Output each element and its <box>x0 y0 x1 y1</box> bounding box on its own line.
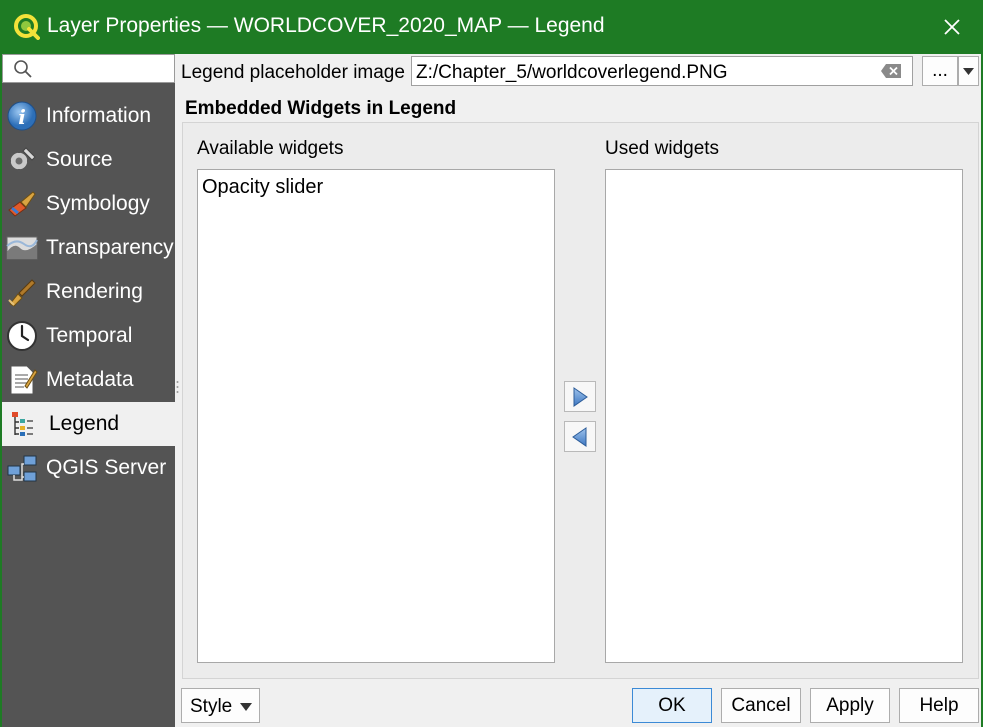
style-button[interactable]: Style <box>181 688 260 723</box>
arrow-left-icon <box>572 426 587 447</box>
temporal-icon <box>7 321 37 351</box>
sidebar-item-temporal[interactable]: Temporal <box>2 314 175 358</box>
splitter-handle[interactable] <box>176 380 179 394</box>
legend-icon <box>12 412 33 436</box>
sidebar-item-legend[interactable]: Legend <box>2 402 175 446</box>
title-bar: Layer Properties — WORLDCOVER_2020_MAP —… <box>0 0 983 54</box>
clear-text-icon[interactable] <box>880 63 902 79</box>
sidebar-item-label: Transparency <box>46 236 174 259</box>
sidebar-item-label: Legend <box>49 412 120 435</box>
sidebar: i Information Source Symbology Transpare… <box>2 54 175 727</box>
close-button[interactable] <box>937 12 967 42</box>
available-widgets-list[interactable]: Opacity slider <box>197 169 555 663</box>
group-title: Embedded Widgets in Legend <box>185 98 457 119</box>
close-icon <box>944 19 960 35</box>
placeholder-image-label: Legend placeholder image <box>181 62 405 83</box>
sidebar-item-label: QGIS Server <box>46 456 167 479</box>
window-title: Layer Properties — WORLDCOVER_2020_MAP —… <box>47 14 605 37</box>
remove-widget-button[interactable] <box>564 421 596 452</box>
used-widgets-list[interactable] <box>605 169 963 663</box>
sidebar-item-label: Symbology <box>46 192 150 215</box>
sidebar-item-label: Metadata <box>46 368 134 391</box>
chevron-down-icon <box>240 703 252 711</box>
style-button-label: Style <box>190 696 233 717</box>
sidebar-item-transparency[interactable]: Transparency <box>2 226 175 270</box>
metadata-icon <box>10 365 38 395</box>
sidebar-item-metadata[interactable]: Metadata <box>2 358 175 402</box>
browse-button[interactable]: ... <box>922 56 958 86</box>
sidebar-search[interactable] <box>2 54 175 83</box>
arrow-right-icon <box>573 386 588 407</box>
information-icon: i <box>7 101 37 131</box>
available-widgets-label: Available widgets <box>197 138 344 159</box>
cancel-button[interactable]: Cancel <box>721 688 801 723</box>
add-widget-button[interactable] <box>564 381 596 412</box>
search-icon <box>14 60 32 78</box>
search-input[interactable] <box>37 57 171 81</box>
sidebar-item-label: Information <box>46 104 152 127</box>
svg-text:i: i <box>18 105 26 129</box>
symbology-icon <box>8 191 36 217</box>
qgis-server-icon <box>7 455 37 482</box>
rendering-icon <box>8 279 36 307</box>
browse-dropdown-button[interactable] <box>958 56 979 86</box>
chevron-down-icon <box>963 68 974 75</box>
sidebar-item-label: Source <box>46 148 113 171</box>
source-icon <box>8 147 36 172</box>
sidebar-item-qgis-server[interactable]: QGIS Server <box>2 446 175 490</box>
qgis-logo-icon <box>14 14 40 40</box>
placeholder-image-input[interactable]: Z:/Chapter_5/worldcoverlegend.PNG <box>411 56 913 86</box>
list-item[interactable]: Opacity slider <box>202 176 323 199</box>
sidebar-item-symbology[interactable]: Symbology <box>2 182 175 226</box>
sidebar-item-label: Temporal <box>46 324 133 347</box>
transparency-icon <box>6 236 38 260</box>
apply-button[interactable]: Apply <box>810 688 890 723</box>
sidebar-item-rendering[interactable]: Rendering <box>2 270 175 314</box>
sidebar-item-information[interactable]: i Information <box>2 94 175 138</box>
sidebar-item-label: Rendering <box>46 280 143 303</box>
sidebar-item-source[interactable]: Source <box>2 138 175 182</box>
placeholder-image-value: Z:/Chapter_5/worldcoverlegend.PNG <box>416 62 728 83</box>
ok-button[interactable]: OK <box>632 688 712 723</box>
used-widgets-label: Used widgets <box>605 138 720 159</box>
help-button[interactable]: Help <box>899 688 979 723</box>
